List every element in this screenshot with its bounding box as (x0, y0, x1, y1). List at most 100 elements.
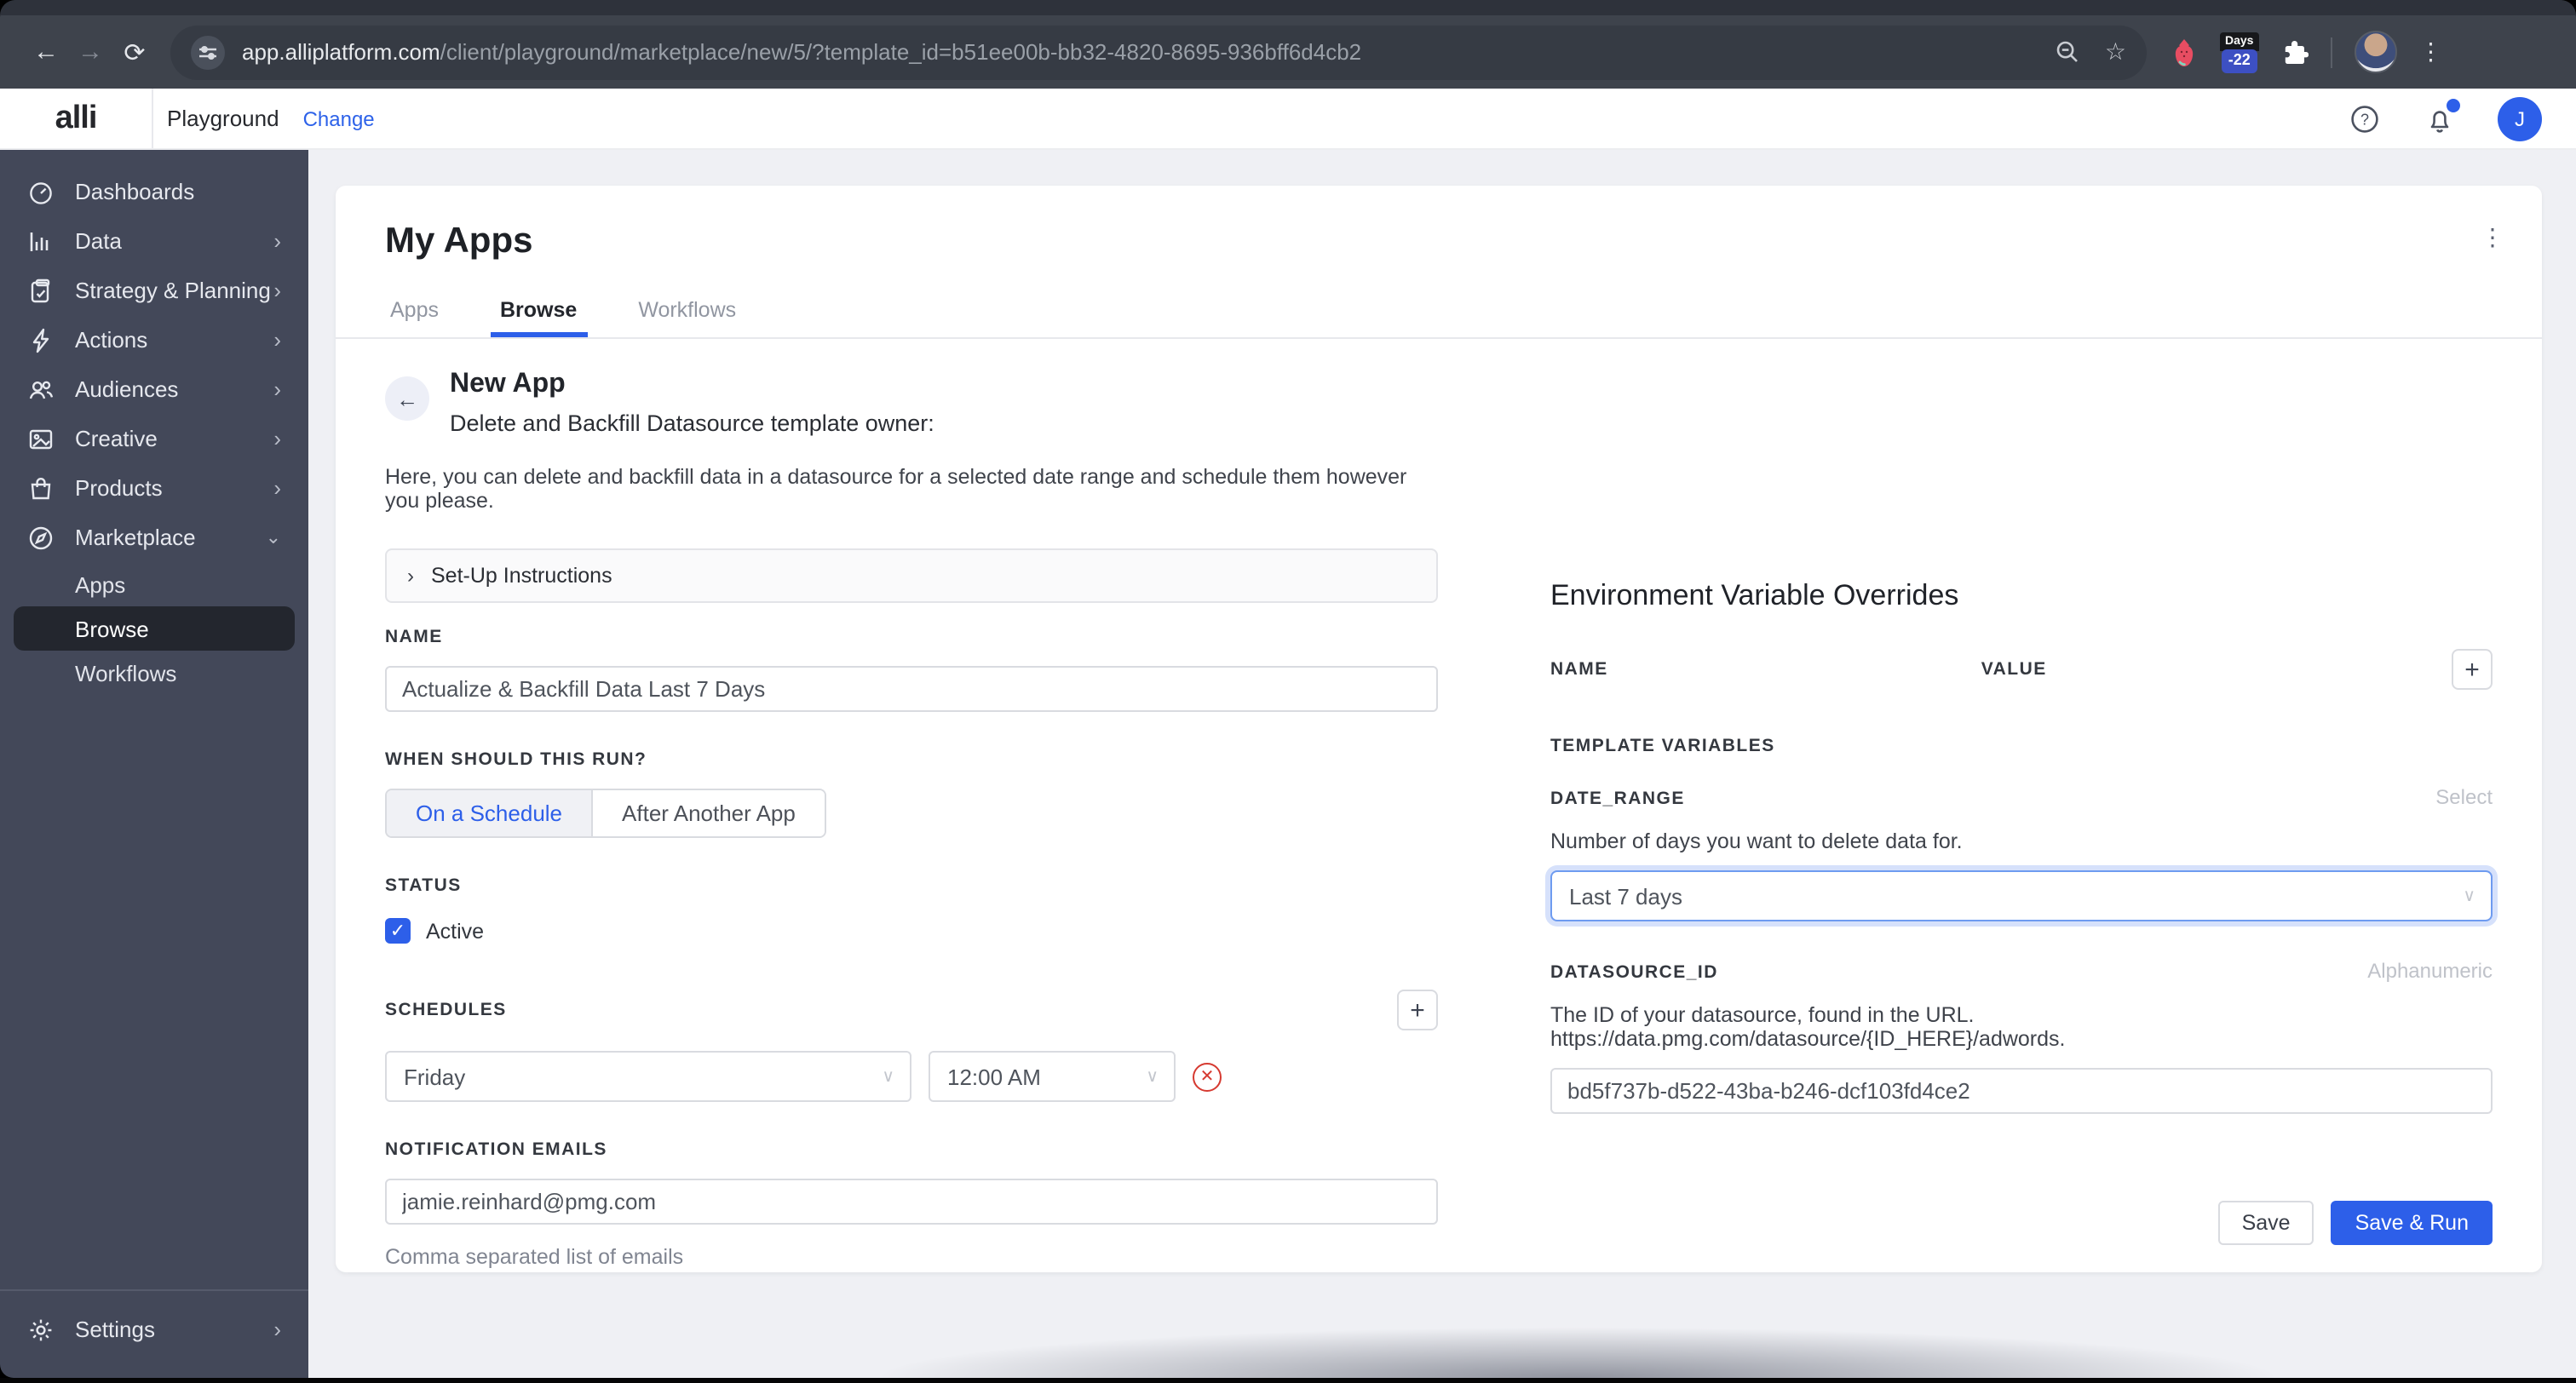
chevron-down-icon: ∨ (2463, 887, 2475, 905)
sidebar-subitem-workflows[interactable]: Workflows (14, 651, 295, 695)
date-range-description: Number of days you want to delete data f… (1550, 829, 1963, 853)
date-range-type-hint: Select (2435, 785, 2493, 809)
gear-icon (27, 1316, 55, 1343)
run-when-label: WHEN SHOULD THIS RUN? (385, 749, 647, 770)
chevron-right-icon: › (273, 376, 281, 402)
run-option-on-a-schedule[interactable]: On a Schedule (387, 790, 592, 836)
add-schedule-button[interactable]: + (1397, 990, 1438, 1030)
help-icon[interactable]: ? (2348, 101, 2382, 135)
strawberry-extension-icon[interactable] (2171, 37, 2198, 67)
schedule-time-select[interactable]: 12:00 AM ∨ (929, 1051, 1176, 1102)
chevron-right-icon: › (273, 228, 281, 254)
sidebar-item-actions[interactable]: Actions › (14, 315, 295, 364)
sidebar-item-creative[interactable]: Creative › (14, 414, 295, 463)
env-variables-column: Environment Variable Overrides NAME VALU… (1550, 579, 2493, 1269)
sidebar: Dashboards Data › Strategy & Planning › … (0, 150, 308, 1378)
site-settings-icon[interactable] (191, 35, 225, 69)
main-area: ⋮ My Apps Apps Browse Workflows ← New Ap… (308, 150, 2576, 1378)
run-when-segmented-control: On a Schedule After Another App (385, 789, 826, 838)
env-overrides-heading: Environment Variable Overrides (1550, 579, 1959, 611)
zoom-out-icon[interactable] (2056, 39, 2081, 65)
notification-emails-input[interactable] (385, 1179, 1438, 1225)
tab-browse[interactable]: Browse (489, 298, 588, 337)
env-name-column-label: NAME (1550, 659, 1608, 680)
extensions-puzzle-icon[interactable] (2280, 38, 2309, 66)
bag-icon (27, 474, 55, 502)
logo-container[interactable]: alli (0, 89, 153, 148)
sidebar-item-settings[interactable]: Settings › (14, 1305, 295, 1354)
sidebar-item-audiences[interactable]: Audiences › (14, 364, 295, 414)
sidebar-item-marketplace[interactable]: Marketplace ⌄ (14, 513, 295, 562)
status-label: STATUS (385, 875, 462, 896)
schedule-day-select[interactable]: Friday ∨ (385, 1051, 911, 1102)
user-avatar[interactable]: J (2498, 96, 2542, 141)
plus-icon: + (1410, 996, 1425, 1024)
chevron-right-icon: › (407, 564, 414, 588)
app-config-column: ← New App Delete and Backfill Datasource… (385, 370, 1438, 1269)
tab-workflows[interactable]: Workflows (638, 298, 736, 337)
workspace-name: Playground (167, 106, 279, 131)
app-description: Here, you can delete and backfill data i… (385, 465, 1407, 513)
env-value-column-label: VALUE (1981, 659, 2047, 680)
setup-instructions-accordion[interactable]: › Set-Up Instructions (385, 548, 1438, 603)
remove-schedule-icon[interactable]: ✕ (1193, 1062, 1222, 1091)
app-heading: New App (450, 370, 566, 399)
url-domain: app.alliplatform.com (242, 39, 440, 65)
sidebar-item-strategy-planning[interactable]: Strategy & Planning › (14, 266, 295, 315)
sidebar-subitem-apps[interactable]: Apps (14, 562, 295, 606)
add-env-variable-button[interactable]: + (2452, 649, 2493, 690)
profile-avatar[interactable] (2354, 31, 2397, 73)
notification-emails-label: NOTIFICATION EMAILS (385, 1139, 607, 1160)
screen-bottom-edge (0, 1378, 2576, 1383)
sidebar-item-data[interactable]: Data › (14, 216, 295, 266)
save-button[interactable]: Save (2217, 1201, 2314, 1245)
page-title: My Apps (385, 221, 533, 261)
sidebar-subitem-browse[interactable]: Browse (14, 606, 295, 651)
card-menu-kebab-icon[interactable]: ⋮ (2481, 223, 2504, 252)
sidebar-item-products[interactable]: Products › (14, 463, 295, 513)
users-icon (27, 376, 55, 403)
days-extension-badge[interactable]: Days -22 (2220, 32, 2259, 72)
notification-dot (2447, 98, 2460, 112)
datasource-id-input[interactable] (1550, 1068, 2493, 1114)
back-button[interactable]: ← (385, 376, 429, 421)
tab-apps[interactable]: Apps (390, 298, 439, 337)
gauge-icon (27, 178, 55, 205)
chevron-right-icon: › (273, 327, 281, 353)
back-icon[interactable]: ← (24, 30, 68, 74)
chevron-right-icon: › (273, 1317, 281, 1342)
reload-icon[interactable]: ⟳ (112, 30, 157, 74)
date-range-label: DATE_RANGE (1550, 789, 1685, 809)
run-option-after-another-app[interactable]: After Another App (591, 790, 825, 836)
check-icon: ✓ (389, 921, 406, 942)
url-path: /client/playground/marketplace/new/5/?te… (440, 39, 1362, 65)
date-range-select[interactable]: Last 7 days ∨ (1550, 870, 2493, 921)
schedule-row: Friday ∨ 12:00 AM ∨ ✕ (385, 1051, 1438, 1102)
name-input[interactable] (385, 666, 1438, 712)
chevron-down-icon: ∨ (1146, 1067, 1159, 1086)
dock-shadow (871, 1327, 2285, 1378)
active-checkbox[interactable]: ✓ (385, 918, 411, 944)
datasource-type-hint: Alphanumeric (2367, 959, 2493, 983)
save-and-run-button[interactable]: Save & Run (2331, 1201, 2493, 1245)
browser-chrome: ← → ⟳ app.alliplatform.com/client/playgr… (0, 0, 2576, 89)
my-apps-card: ⋮ My Apps Apps Browse Workflows ← New Ap… (336, 186, 2542, 1272)
datasource-id-label: DATASOURCE_ID (1550, 962, 1718, 983)
url-bar[interactable]: app.alliplatform.com/client/playground/m… (170, 25, 2147, 79)
active-checkbox-label: Active (426, 919, 485, 943)
app-subtitle: Delete and Backfill Datasource template … (450, 410, 934, 436)
toolbar-divider (2330, 37, 2332, 67)
bolt-icon (27, 326, 55, 353)
bell-icon[interactable] (2423, 98, 2460, 135)
tabs-divider (336, 337, 2542, 339)
window-top-strip (0, 0, 2576, 15)
bookmark-star-icon[interactable]: ☆ (2105, 37, 2126, 66)
template-variables-label: TEMPLATE VARIABLES (1550, 736, 1775, 756)
change-workspace-link[interactable]: Change (303, 106, 375, 130)
browser-menu-kebab-icon[interactable]: ⋮ (2418, 37, 2442, 66)
datasource-description: The ID of your datasource, found in the … (1550, 1003, 2066, 1051)
clipboard-icon (27, 277, 55, 304)
forward-icon[interactable]: → (68, 30, 112, 74)
sidebar-item-dashboards[interactable]: Dashboards (14, 167, 295, 216)
tab-bar: Apps Browse Workflows (385, 298, 2493, 337)
